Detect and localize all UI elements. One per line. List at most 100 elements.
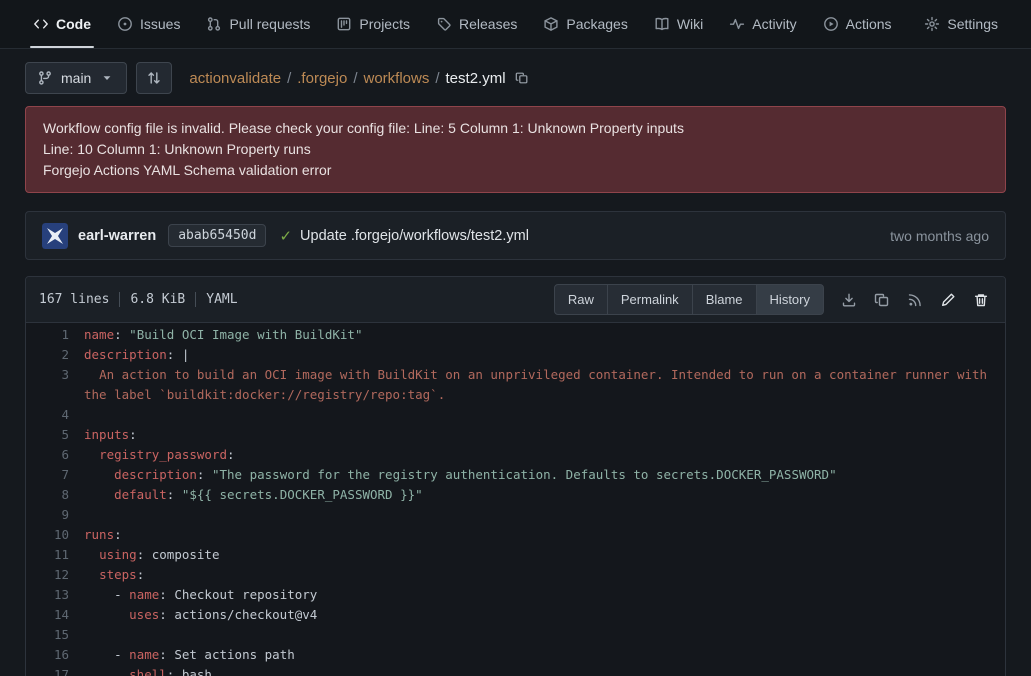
breadcrumb: actionvalidate/.forgejo/workflows/test2.… — [189, 70, 528, 87]
line-content: default: "${{ secrets.DOCKER_PASSWORD }}… — [84, 485, 1005, 505]
line-content: using: composite — [84, 545, 1005, 565]
line-number[interactable]: 5 — [26, 425, 84, 445]
nav-item-pull-requests[interactable]: Pull requests — [193, 0, 323, 48]
nav-item-label: Packages — [566, 16, 627, 32]
code-line: 6 registry_password: — [26, 445, 1005, 465]
code-line: 10runs: — [26, 525, 1005, 545]
line-content: description: "The password for the regis… — [84, 465, 1005, 485]
download-icon[interactable] — [841, 292, 857, 308]
nav-item-projects[interactable]: Projects — [323, 0, 423, 48]
nav-item-label: Wiki — [677, 16, 703, 32]
line-number[interactable]: 1 — [26, 325, 84, 345]
line-number[interactable]: 11 — [26, 545, 84, 565]
nav-item-label: Projects — [359, 16, 410, 32]
book-icon — [654, 16, 670, 32]
line-number[interactable]: 17 — [26, 665, 84, 676]
latest-commit-bar: earl-warren abab65450d ✓ Update .forgejo… — [25, 211, 1006, 260]
compare-icon — [146, 70, 162, 86]
code-line: 11 using: composite — [26, 545, 1005, 565]
code-line: 5inputs: — [26, 425, 1005, 445]
code-view: 1name: "Build OCI Image with BuildKit"2 d… — [26, 323, 1005, 676]
code-line: 16 - name: Set actions path — [26, 645, 1005, 665]
nav-item-label: Actions — [846, 16, 892, 32]
code-line: 3 An action to build an OCI image with B… — [26, 365, 1005, 405]
nav-item-label: Issues — [140, 16, 180, 32]
raw-button[interactable]: Raw — [554, 284, 608, 315]
error-line: Workflow config file is invalid. Please … — [43, 118, 988, 139]
error-banner: Workflow config file is invalid. Please … — [25, 106, 1006, 193]
line-content: steps: — [84, 565, 1005, 585]
nav-item-packages[interactable]: Packages — [530, 0, 640, 48]
line-number[interactable]: 2 — [26, 345, 84, 365]
line-number[interactable]: 12 — [26, 565, 84, 585]
line-number[interactable]: 7 — [26, 465, 84, 485]
line-number[interactable]: 15 — [26, 625, 84, 645]
commit-author[interactable]: earl-warren — [78, 228, 156, 244]
nav-item-code[interactable]: Code — [20, 0, 104, 48]
error-line: Forgejo Actions YAML Schema validation e… — [43, 160, 988, 181]
line-content: name: "Build OCI Image with BuildKit" — [84, 325, 1005, 345]
nav-item-label: Activity — [752, 16, 796, 32]
line-number[interactable]: 14 — [26, 605, 84, 625]
line-number[interactable]: 13 — [26, 585, 84, 605]
code-line: 15 — [26, 625, 1005, 645]
breadcrumb-link[interactable]: actionvalidate — [189, 70, 281, 87]
file-lines-count: 167 lines — [39, 292, 109, 307]
blame-button[interactable]: Blame — [692, 284, 757, 315]
line-number[interactable]: 8 — [26, 485, 84, 505]
nav-item-wiki[interactable]: Wiki — [641, 0, 716, 48]
line-number[interactable]: 9 — [26, 505, 84, 525]
edit-icon[interactable] — [940, 292, 956, 308]
breadcrumb-separator: / — [435, 70, 439, 87]
line-number[interactable]: 6 — [26, 445, 84, 465]
file-toolbar: main actionvalidate/.forgejo/workflows/t… — [0, 49, 1031, 104]
line-number[interactable]: 10 — [26, 525, 84, 545]
nav-tabs: Code Issues Pull requests Projects Releases P… — [20, 0, 905, 48]
branch-selector[interactable]: main — [25, 62, 127, 94]
line-content: inputs: — [84, 425, 1005, 445]
top-navigation: Code Issues Pull requests Projects Releases P… — [0, 0, 1031, 49]
pull-request-icon — [206, 16, 222, 32]
nav-item-settings[interactable]: Settings — [911, 0, 1011, 48]
branch-icon — [37, 70, 53, 86]
nav-item-label: Releases — [459, 16, 517, 32]
commit-hash-badge[interactable]: abab65450d — [168, 224, 266, 247]
code-line: 17 shell: bash — [26, 665, 1005, 676]
line-content: An action to build an OCI image with Bui… — [84, 365, 1005, 405]
file-info: 167 lines 6.8 KiB YAML — [39, 292, 238, 307]
delete-icon[interactable] — [973, 292, 989, 308]
line-content: shell: bash — [84, 665, 1005, 676]
package-icon — [543, 16, 559, 32]
issue-icon — [117, 16, 133, 32]
avatar[interactable] — [42, 223, 68, 249]
copy-path-icon[interactable] — [515, 71, 529, 85]
code-line: 1name: "Build OCI Image with BuildKit" — [26, 325, 1005, 345]
line-number[interactable]: 16 — [26, 645, 84, 665]
nav-item-releases[interactable]: Releases — [423, 0, 530, 48]
copy-content-icon[interactable] — [874, 292, 890, 308]
nav-item-actions[interactable]: Actions — [810, 0, 905, 48]
divider — [195, 292, 196, 307]
project-icon — [336, 16, 352, 32]
code-icon — [33, 16, 49, 32]
nav-item-label: Settings — [947, 16, 998, 32]
nav-item-label: Pull requests — [229, 16, 310, 32]
line-content — [84, 625, 1005, 645]
line-content: - name: Checkout repository — [84, 585, 1005, 605]
history-button[interactable]: History — [756, 284, 824, 315]
nav-item-activity[interactable]: Activity — [716, 0, 809, 48]
compare-button[interactable] — [136, 62, 172, 94]
commit-status-check-icon[interactable]: ✓ — [279, 227, 292, 245]
permalink-button[interactable]: Permalink — [607, 284, 693, 315]
rss-feed-icon[interactable] — [907, 292, 923, 308]
code-line: 8 default: "${{ secrets.DOCKER_PASSWORD … — [26, 485, 1005, 505]
branch-name: main — [61, 70, 91, 86]
breadcrumb-link[interactable]: .forgejo — [297, 70, 347, 87]
breadcrumb-link[interactable]: workflows — [363, 70, 429, 87]
breadcrumb-separator: / — [353, 70, 357, 87]
code-line: 4 — [26, 405, 1005, 425]
line-number[interactable]: 3 — [26, 365, 84, 405]
nav-item-issues[interactable]: Issues — [104, 0, 193, 48]
commit-message[interactable]: Update .forgejo/workflows/test2.yml — [300, 228, 529, 244]
line-number[interactable]: 4 — [26, 405, 84, 425]
